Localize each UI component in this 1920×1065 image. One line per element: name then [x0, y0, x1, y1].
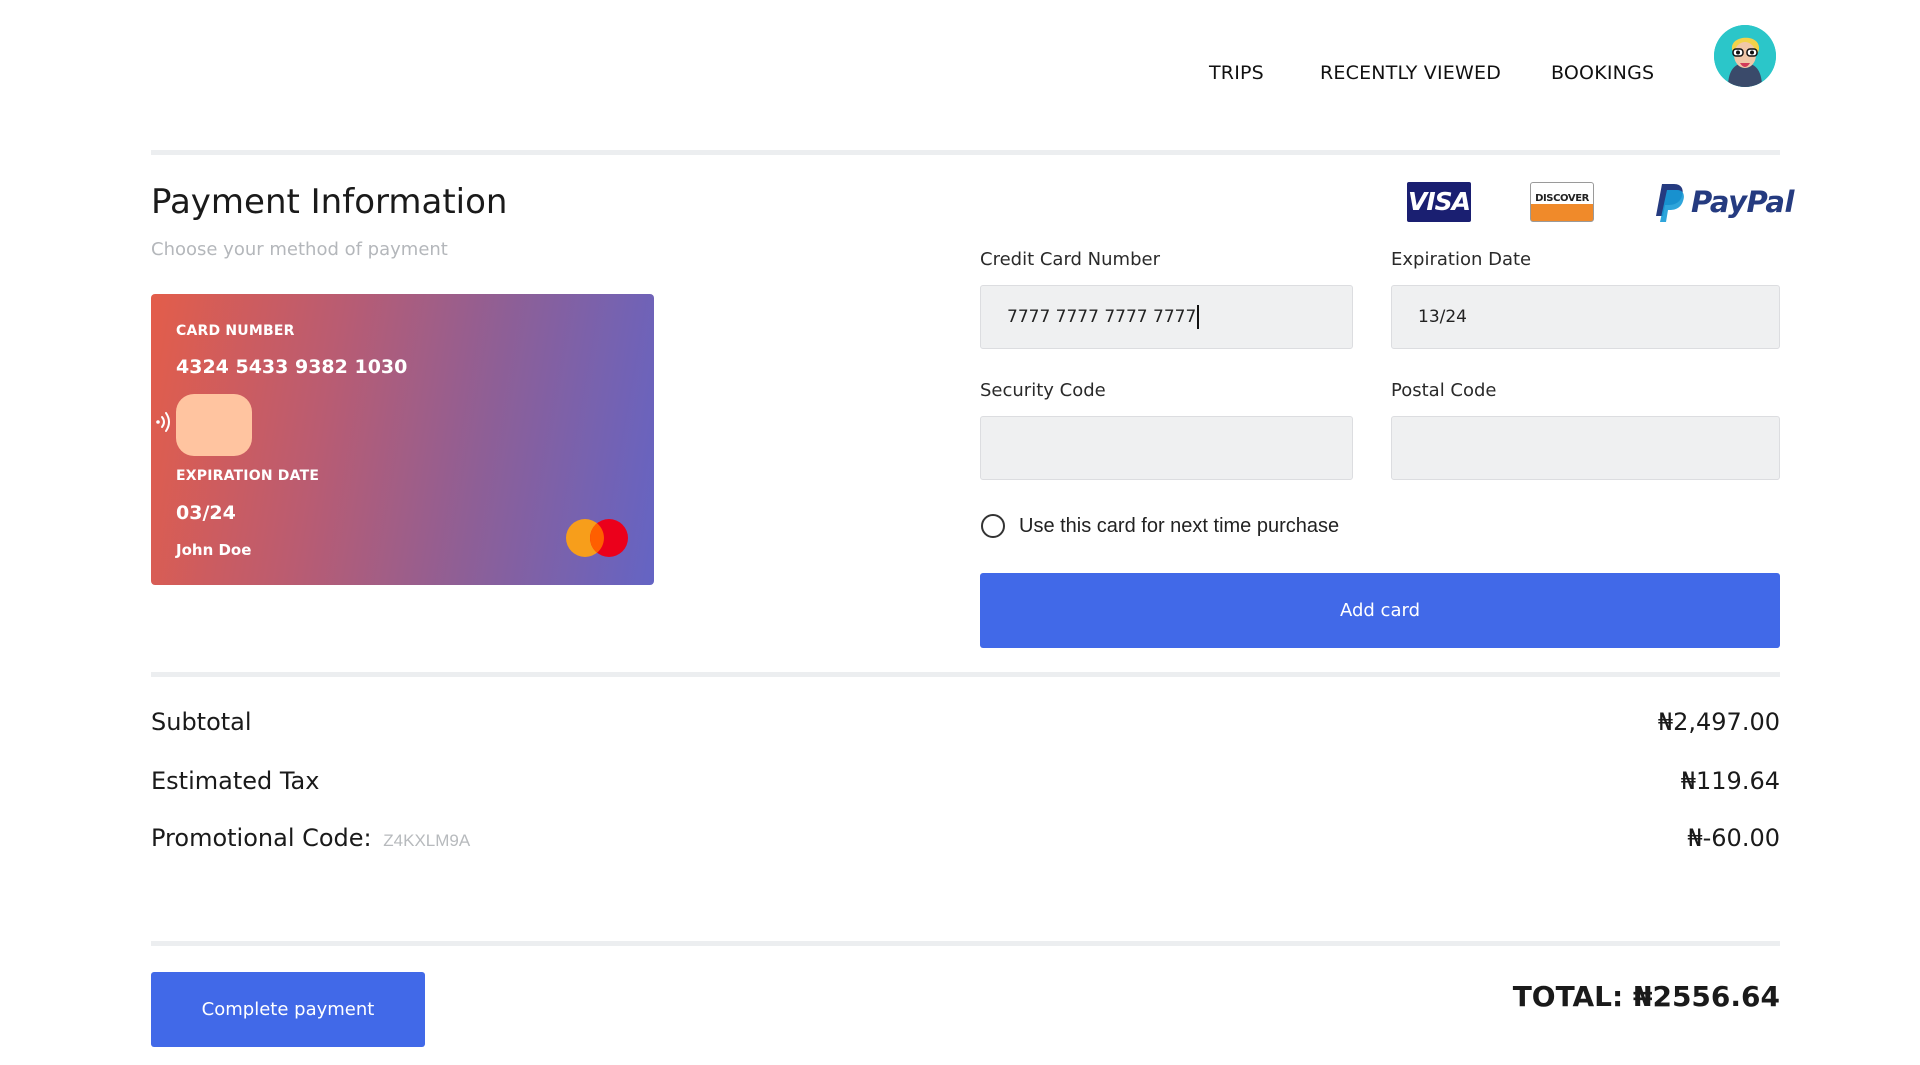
nav-bookings[interactable]: BOOKINGS [1551, 62, 1654, 84]
avatar[interactable] [1714, 25, 1776, 87]
nav-recently-viewed[interactable]: RECENTLY VIEWED [1320, 62, 1501, 84]
estimated-tax-value: ₦119.64 [1680, 767, 1780, 795]
contactless-icon [156, 412, 170, 432]
promo-code-label: Promotional Code: [151, 824, 372, 852]
paypal-wordmark: PayPal [1691, 185, 1794, 219]
paypal-p-icon [1656, 184, 1684, 222]
credit-card-preview: CARD NUMBER 4324 5433 9382 1030 EXPIRATI… [151, 294, 654, 585]
expiration-date-value: 13/24 [1418, 307, 1467, 327]
card-number: 4324 5433 9382 1030 [176, 356, 408, 378]
page-title: Payment Information [151, 182, 508, 222]
discover-logo-icon[interactable]: DISCOVER [1530, 182, 1594, 222]
card-expiration-label: EXPIRATION DATE [176, 468, 320, 484]
promo-code-row: Promotional Code: Z4KXLM9A [151, 824, 470, 852]
promo-code-value: Z4KXLM9A [383, 831, 471, 850]
form-divider [151, 672, 1780, 677]
credit-card-number-input[interactable]: 7777 7777 7777 7777 [980, 285, 1353, 349]
promo-discount-value: ₦-60.00 [1687, 824, 1780, 852]
card-chip [176, 394, 252, 456]
expiration-date-input[interactable]: 13/24 [1391, 285, 1780, 349]
security-code-input[interactable] [980, 416, 1353, 480]
save-card-label[interactable]: Use this card for next time purchase [1019, 515, 1339, 538]
complete-payment-button[interactable]: Complete payment [151, 972, 425, 1047]
total-amount: TOTAL: ₦2556.64 [1512, 980, 1780, 1013]
header-divider [151, 150, 1780, 155]
page-subtitle: Choose your method of payment [151, 239, 448, 260]
visa-logo-icon[interactable]: VISA [1407, 182, 1471, 222]
security-code-label: Security Code [980, 380, 1106, 401]
card-number-label: CARD NUMBER [176, 323, 295, 339]
estimated-tax-label: Estimated Tax [151, 767, 320, 795]
subtotal-value: ₦2,497.00 [1657, 708, 1780, 736]
discover-logo-text: DISCOVER [1535, 193, 1589, 204]
mastercard-icon [566, 519, 628, 557]
card-holder-name: John Doe [176, 541, 252, 559]
add-card-button[interactable]: Add card [980, 573, 1780, 648]
summary-divider [151, 941, 1780, 946]
postal-code-input[interactable] [1391, 416, 1780, 480]
postal-code-label: Postal Code [1391, 380, 1497, 401]
top-nav: TRIPS RECENTLY VIEWED BOOKINGS [0, 0, 1920, 150]
nav-trips[interactable]: TRIPS [1209, 62, 1264, 84]
credit-card-number-value: 7777 7777 7777 7777 [1007, 307, 1197, 327]
card-expiration: 03/24 [176, 502, 236, 524]
paypal-logo-icon[interactable]: PayPal [1654, 180, 1794, 226]
avatar-image-icon [1714, 25, 1776, 87]
expiration-date-label: Expiration Date [1391, 249, 1532, 270]
text-caret [1197, 305, 1199, 329]
subtotal-label: Subtotal [151, 708, 252, 736]
save-card-radio[interactable] [981, 514, 1005, 538]
credit-card-number-label: Credit Card Number [980, 249, 1160, 270]
